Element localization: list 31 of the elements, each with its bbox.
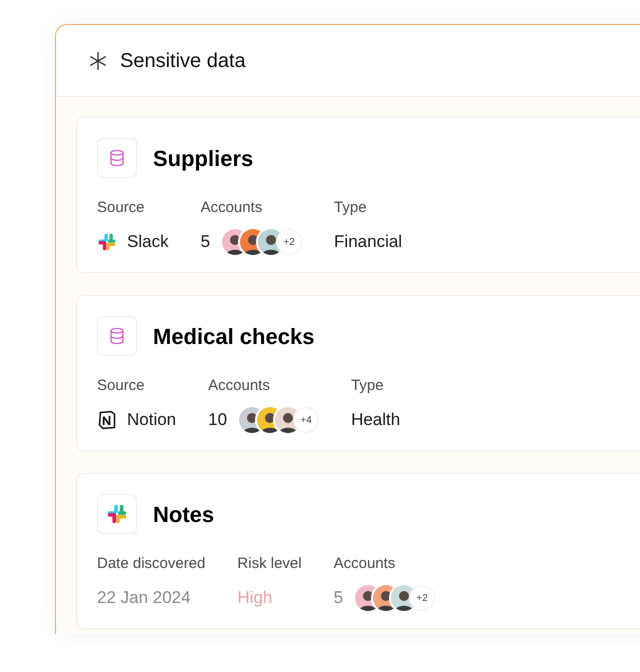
account-count: 10 xyxy=(208,409,228,432)
field-label: Type xyxy=(334,198,368,218)
panel-title: Sensitive data xyxy=(120,48,246,74)
database-icon xyxy=(108,149,126,167)
field-label: Source xyxy=(97,376,146,396)
slack-logo-icon xyxy=(97,232,117,252)
asterisk-icon xyxy=(88,50,108,70)
card-title: Medical checks xyxy=(153,322,314,350)
field-label: Accounts xyxy=(208,376,271,396)
field-label: Source xyxy=(97,198,146,218)
account-count: 5 xyxy=(334,587,344,610)
source-name: Notion xyxy=(127,409,176,432)
field-value: Health xyxy=(351,409,400,432)
card-title: Notes xyxy=(153,500,214,528)
field-label: Date discovered xyxy=(97,554,206,574)
field-label: Risk level xyxy=(237,554,302,574)
field-value: Financial xyxy=(334,231,402,254)
more-accounts-badge: +4 xyxy=(293,407,320,433)
field-label: Accounts xyxy=(200,198,264,218)
risk-level-value: High xyxy=(237,587,272,610)
field-label: Type xyxy=(351,376,385,396)
field-label: Accounts xyxy=(334,554,396,574)
source-name: Slack xyxy=(127,231,169,254)
account-count: 5 xyxy=(200,231,210,254)
more-accounts-badge: +2 xyxy=(276,229,302,255)
notion-logo-icon xyxy=(97,410,117,430)
card-title: Suppliers xyxy=(153,144,254,173)
more-accounts-badge: +2 xyxy=(409,585,436,611)
field-value: 22 Jan 2024 xyxy=(97,587,191,610)
database-icon xyxy=(108,327,126,345)
slack-logo-icon xyxy=(106,503,128,525)
